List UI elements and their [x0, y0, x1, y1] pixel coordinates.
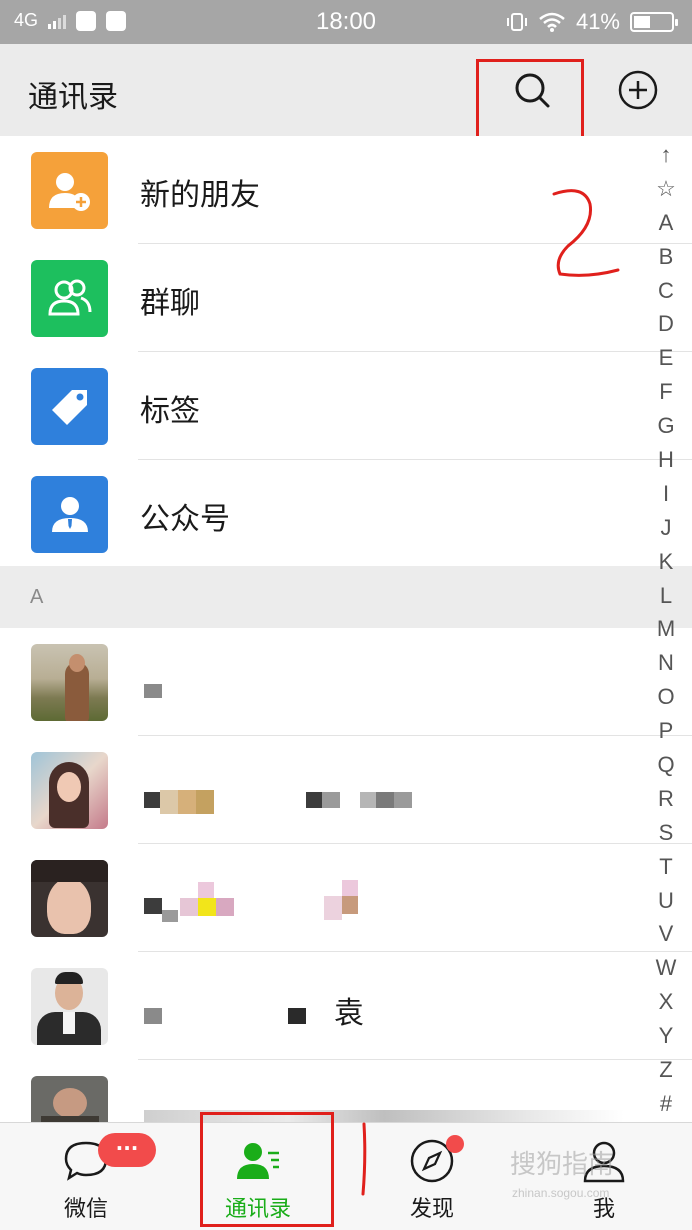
index-letter[interactable]: H	[658, 443, 674, 477]
page-title: 通讯录	[28, 80, 118, 115]
contact-avatar	[31, 644, 108, 721]
status-bar: 4G 18:00 41%	[0, 0, 692, 44]
index-letter[interactable]: U	[658, 884, 674, 918]
annotation-number-2	[552, 189, 620, 277]
menu-row-label: 公众号	[140, 502, 230, 537]
contact-row[interactable]: 袁	[0, 952, 692, 1060]
index-letter[interactable]: R	[658, 782, 674, 816]
index-letter[interactable]: S	[659, 816, 674, 850]
watermark-url: zhinan.sogou.com	[512, 1186, 610, 1200]
index-letter[interactable]: G	[657, 409, 674, 443]
add-friend-icon	[31, 152, 108, 229]
tag-icon	[31, 368, 108, 445]
index-letter[interactable]: #	[660, 1087, 672, 1121]
index-letter[interactable]: W	[656, 951, 677, 985]
contact-avatar	[31, 860, 108, 937]
index-letter[interactable]: M	[657, 612, 675, 646]
index-letter[interactable]: C	[658, 274, 674, 308]
menu-row-label: 群聊	[140, 286, 200, 321]
menu-row-tags[interactable]: 标签	[0, 352, 692, 460]
battery-percent: 41%	[575, 9, 620, 34]
unread-badge: ···	[98, 1133, 156, 1167]
menu-row-label: 新的朋友	[140, 178, 260, 213]
index-letter[interactable]: Y	[659, 1019, 674, 1053]
index-letter[interactable]: A	[659, 206, 674, 240]
index-letter[interactable]: D	[658, 307, 674, 341]
tab-chats[interactable]: ··· 微信	[0, 1123, 172, 1230]
index-letter[interactable]: O	[657, 680, 674, 714]
group-chat-icon	[31, 260, 108, 337]
discover-dot-badge	[446, 1135, 464, 1153]
index-letter[interactable]: F	[659, 375, 672, 409]
index-letter[interactable]: V	[659, 917, 674, 951]
index-letter[interactable]: ↑	[661, 138, 672, 172]
index-letter[interactable]: Q	[657, 748, 674, 782]
menu-row-official-accounts[interactable]: 公众号	[0, 460, 640, 568]
contact-name: 袁	[334, 996, 364, 1031]
index-letter[interactable]: K	[659, 545, 674, 579]
index-letter[interactable]: J	[661, 511, 672, 545]
watermark: 搜狗指南	[510, 1150, 615, 1180]
top-bar: 通讯录	[0, 44, 692, 136]
tab-label: 微信	[63, 1197, 108, 1222]
menu-row-new-friends[interactable]: 新的朋友	[0, 136, 692, 244]
index-letter[interactable]: E	[659, 341, 674, 375]
contact-avatar	[31, 752, 108, 829]
annotation-line	[361, 1122, 367, 1196]
battery-icon	[630, 12, 678, 32]
contact-row[interactable]	[0, 844, 692, 952]
vibrate-icon	[506, 13, 527, 31]
section-letter: A	[30, 586, 44, 608]
index-letter[interactable]: T	[659, 850, 672, 884]
index-letter[interactable]: P	[659, 714, 674, 748]
add-circle-icon	[618, 70, 658, 110]
contact-row[interactable]	[0, 736, 692, 844]
index-letter[interactable]: L	[660, 579, 672, 613]
annotation-contacts-box	[200, 1112, 334, 1227]
index-letter[interactable]: Z	[659, 1053, 672, 1087]
official-account-icon	[31, 476, 108, 553]
contact-avatar	[31, 968, 108, 1045]
index-letter[interactable]: N	[658, 646, 674, 680]
add-button[interactable]	[616, 68, 660, 112]
section-header-a: A	[0, 566, 692, 628]
index-letter[interactable]: X	[659, 985, 674, 1019]
index-letter[interactable]: ☆	[656, 172, 676, 206]
index-letter[interactable]: I	[663, 477, 669, 511]
wifi-icon	[539, 12, 565, 32]
menu-row-label: 标签	[140, 394, 200, 429]
menu-row-group-chats[interactable]: 群聊	[0, 244, 692, 352]
index-letter[interactable]: B	[659, 240, 674, 274]
alphabet-index[interactable]: ↑ ☆ A B C D E F G H I J K L M N O P Q R S T U V W X Y Z #	[650, 138, 682, 1121]
contact-row[interactable]	[0, 628, 692, 736]
